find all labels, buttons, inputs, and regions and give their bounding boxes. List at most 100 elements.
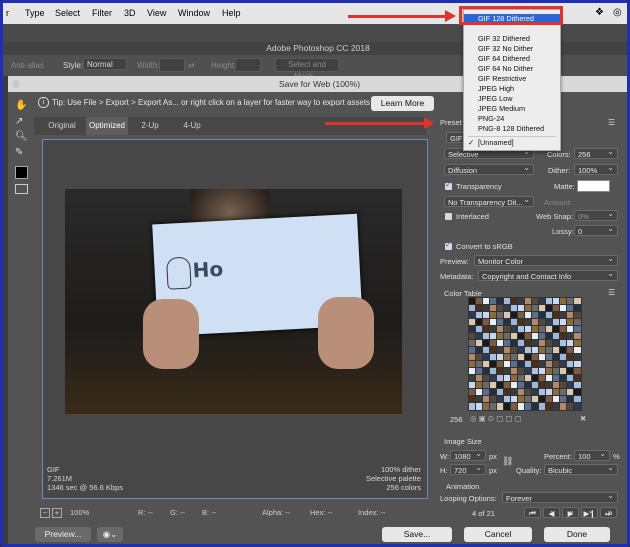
palette-swatch[interactable]	[482, 388, 491, 397]
color-table-grid[interactable]	[468, 297, 582, 411]
palette-swatch[interactable]	[531, 346, 540, 355]
palette-swatch[interactable]	[566, 318, 575, 327]
palette-swatch[interactable]	[489, 297, 498, 306]
palette-swatch[interactable]	[538, 304, 547, 313]
palette-swatch[interactable]	[489, 374, 498, 383]
palette-swatch[interactable]	[573, 339, 582, 348]
palette-swatch[interactable]	[524, 360, 533, 369]
palette-swatch[interactable]	[531, 388, 540, 397]
palette-swatch[interactable]	[475, 339, 484, 348]
palette-swatch[interactable]	[496, 374, 505, 383]
eyedropper-color-swatch[interactable]	[15, 166, 28, 179]
palette-swatch[interactable]	[573, 353, 582, 362]
palette-swatch[interactable]	[552, 346, 561, 355]
lossy-select[interactable]: 0	[574, 223, 618, 236]
palette-swatch[interactable]	[531, 402, 540, 411]
palette-swatch[interactable]	[573, 402, 582, 411]
quality-select[interactable]: Bicubic	[544, 462, 618, 475]
palette-swatch[interactable]	[503, 381, 512, 390]
palette-swatch[interactable]	[517, 311, 526, 320]
palette-swatch[interactable]	[475, 311, 484, 320]
palette-swatch[interactable]	[552, 339, 561, 348]
palette-swatch[interactable]	[559, 325, 568, 334]
palette-swatch[interactable]	[531, 395, 540, 404]
palette-swatch[interactable]	[503, 367, 512, 376]
interlaced-checkbox[interactable]	[445, 213, 452, 220]
palette-swatch[interactable]	[566, 339, 575, 348]
palette-swatch[interactable]	[559, 402, 568, 411]
palette-swatch[interactable]	[482, 325, 491, 334]
palette-swatch[interactable]	[510, 311, 519, 320]
palette-swatch[interactable]	[517, 318, 526, 327]
palette-swatch[interactable]	[489, 402, 498, 411]
palette-swatch[interactable]	[538, 374, 547, 383]
palette-swatch[interactable]	[573, 346, 582, 355]
palette-swatch[interactable]	[510, 388, 519, 397]
palette-swatch[interactable]	[573, 332, 582, 341]
palette-swatch[interactable]	[510, 346, 519, 355]
palette-swatch[interactable]	[496, 353, 505, 362]
palette-swatch[interactable]	[566, 395, 575, 404]
tab-original[interactable]: Original	[42, 117, 82, 135]
palette-swatch[interactable]	[468, 381, 477, 390]
palette-swatch[interactable]	[559, 367, 568, 376]
palette-swatch[interactable]	[531, 360, 540, 369]
panel-menu-icon[interactable]: ☰	[608, 118, 615, 127]
slice-select-tool-icon[interactable]: ↗	[15, 116, 23, 127]
palette-swatch[interactable]	[559, 346, 568, 355]
palette-swatch[interactable]	[531, 325, 540, 334]
palette-swatch[interactable]	[573, 381, 582, 390]
palette-swatch[interactable]	[566, 346, 575, 355]
eyedropper-tool-icon[interactable]: ✎	[15, 147, 23, 158]
palette-swatch[interactable]	[482, 395, 491, 404]
palette-swatch[interactable]	[566, 381, 575, 390]
palette-swatch[interactable]	[517, 360, 526, 369]
anti-alias-checkbox[interactable]: Anti-alias	[11, 61, 44, 70]
palette-swatch[interactable]	[559, 339, 568, 348]
palette-swatch[interactable]	[538, 388, 547, 397]
palette-swatch[interactable]	[566, 367, 575, 376]
menu-item-help[interactable]: Help	[222, 8, 241, 18]
palette-swatch[interactable]	[566, 360, 575, 369]
palette-swatch[interactable]	[559, 311, 568, 320]
palette-swatch[interactable]	[468, 374, 477, 383]
transparency-dither-select[interactable]: No Transparency Dit...	[444, 194, 534, 207]
palette-swatch[interactable]	[489, 304, 498, 313]
palette-swatch[interactable]	[482, 304, 491, 313]
metadata-select[interactable]: Copyright and Contact Info	[478, 268, 618, 281]
palette-swatch[interactable]	[531, 339, 540, 348]
palette-swatch[interactable]	[531, 304, 540, 313]
palette-swatch[interactable]	[559, 388, 568, 397]
palette-swatch[interactable]	[531, 374, 540, 383]
palette-swatch[interactable]	[552, 318, 561, 327]
palette-swatch[interactable]	[482, 346, 491, 355]
colors-select[interactable]: 256	[574, 146, 618, 159]
palette-swatch[interactable]	[517, 388, 526, 397]
select-and-mask-button[interactable]: Select and Mask...	[275, 58, 339, 81]
prev-frame-button[interactable]: ◀	[543, 505, 560, 518]
palette-swatch[interactable]	[503, 374, 512, 383]
palette-swatch[interactable]	[489, 353, 498, 362]
palette-swatch[interactable]	[510, 381, 519, 390]
cancel-button[interactable]: Cancel	[464, 527, 532, 542]
websnap-select[interactable]: 0%	[574, 208, 618, 221]
palette-swatch[interactable]	[559, 332, 568, 341]
palette-swatch[interactable]	[545, 297, 554, 306]
palette-swatch[interactable]	[503, 353, 512, 362]
palette-swatch[interactable]	[559, 360, 568, 369]
convert-srgb-checkbox[interactable]	[445, 240, 452, 250]
palette-swatch[interactable]	[496, 325, 505, 334]
palette-swatch[interactable]	[489, 395, 498, 404]
palette-swatch[interactable]	[496, 346, 505, 355]
palette-swatch[interactable]	[517, 346, 526, 355]
palette-swatch[interactable]	[468, 311, 477, 320]
palette-swatch[interactable]	[524, 318, 533, 327]
palette-swatch[interactable]	[545, 346, 554, 355]
palette-swatch[interactable]	[510, 353, 519, 362]
palette-swatch[interactable]	[524, 367, 533, 376]
palette-swatch[interactable]	[545, 395, 554, 404]
palette-swatch[interactable]	[496, 339, 505, 348]
palette-swatch[interactable]	[482, 311, 491, 320]
palette-swatch[interactable]	[566, 325, 575, 334]
palette-swatch[interactable]	[545, 360, 554, 369]
